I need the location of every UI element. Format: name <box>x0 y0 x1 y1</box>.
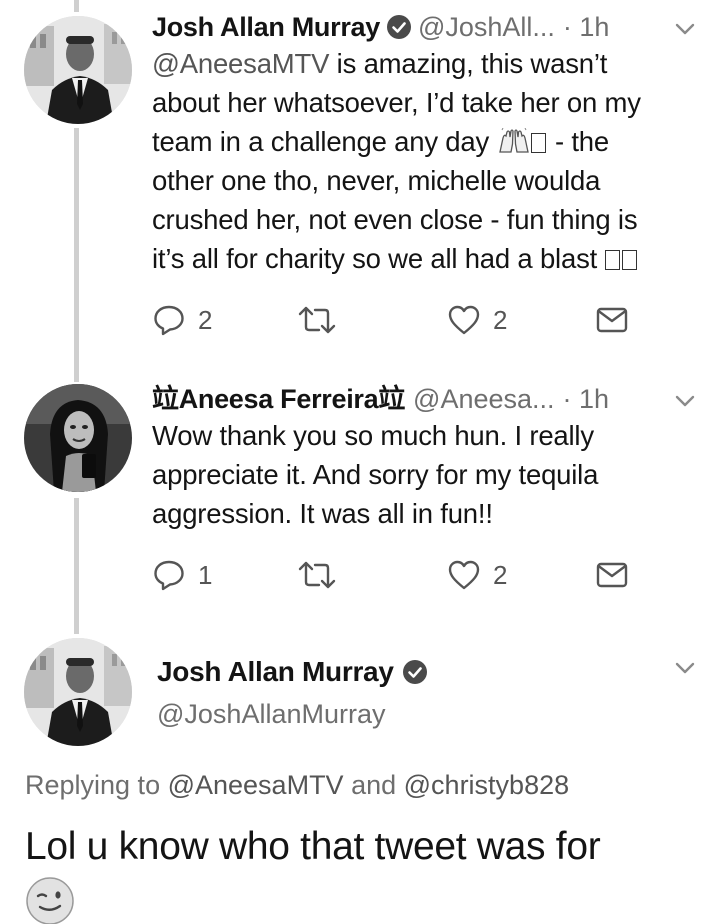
tweet-time: · 1h <box>562 384 610 414</box>
tweet-text-line: is amazing, this wasn’t <box>329 48 608 79</box>
tweet-text-line: about her whatsoever, I’d take her on my <box>152 87 641 118</box>
man-in-suit-avatar-icon <box>24 638 132 746</box>
envelope-icon <box>596 307 628 333</box>
tweet-text-line: team in a challenge any day <box>152 126 497 157</box>
tweet-actions: 1 2 <box>152 555 632 595</box>
reply-icon <box>154 305 184 336</box>
main-author-row: Josh Allan Murray <box>157 654 434 690</box>
tweet-header: 竝Aneesa Ferreira竝 @Aneesa... · 1h <box>152 382 700 416</box>
tweet-text-line: Wow thank you so much hun. I really <box>152 420 594 451</box>
thread-line <box>74 0 79 12</box>
author-handle[interactable]: @Aneesa... <box>413 382 555 416</box>
reply-count: 2 <box>198 304 213 335</box>
envelope-icon <box>596 562 628 588</box>
mention-link[interactable]: @christyb828 <box>404 770 569 800</box>
replying-and: and <box>343 770 404 800</box>
raising-hands-emoji-icon <box>497 125 531 153</box>
woman-selfie-avatar-icon <box>24 384 132 492</box>
retweet-button[interactable] <box>297 555 337 595</box>
tweet-header: Josh Allan Murray @JoshAll... · 1h <box>152 10 700 44</box>
tweet-actions: 2 2 <box>152 300 632 340</box>
mention-link[interactable]: @AneesaMTV <box>152 48 329 79</box>
like-count: 2 <box>493 304 508 335</box>
mention-link[interactable]: @AneesaMTV <box>168 770 344 800</box>
like-button[interactable]: 2 <box>447 555 507 595</box>
author-name[interactable]: 竝Aneesa Ferreira竝 <box>152 382 405 416</box>
verified-badge-icon <box>386 14 412 40</box>
author-name[interactable]: Josh Allan Murray <box>157 654 394 690</box>
tweet-text-line: crushed her, not even close - fun thing … <box>152 204 638 235</box>
tweet-time: · 1h <box>562 12 610 42</box>
author-handle[interactable]: @JoshAllanMurray <box>157 696 434 732</box>
chevron-down-icon[interactable] <box>672 655 698 681</box>
dm-button[interactable] <box>595 555 629 595</box>
tweet-text-line: appreciate it. And sorry for my tequila <box>152 459 599 490</box>
chevron-down-icon[interactable] <box>672 388 698 414</box>
retweet-icon <box>298 561 336 589</box>
thread-line <box>74 498 79 634</box>
tweet-body: Wow thank you so much hun. I really appr… <box>152 416 700 533</box>
man-in-suit-avatar-icon <box>24 16 132 124</box>
retweet-icon <box>298 306 336 334</box>
tweet-text-line: - the <box>547 126 609 157</box>
reply-button[interactable]: 2 <box>152 300 212 340</box>
heart-icon <box>448 560 480 590</box>
chevron-down-icon[interactable] <box>672 16 698 42</box>
unsupported-emoji-icon <box>530 133 546 153</box>
tweet-body: @AneesaMTV is amazing, this wasn’t about… <box>152 44 700 278</box>
tweet-thread: Josh Allan Murray @JoshAll... · 1h @Anee… <box>0 0 720 924</box>
verified-badge-icon <box>402 659 428 685</box>
tweet-1[interactable]: Josh Allan Murray @JoshAll... · 1h @Anee… <box>152 10 700 278</box>
tweet-text-line: other one tho, never, michelle woulda <box>152 165 601 196</box>
wink-emoji-icon <box>25 876 75 924</box>
main-tweet-author: Josh Allan Murray @JoshAllanMurray <box>157 654 434 732</box>
dm-button[interactable] <box>595 300 629 340</box>
tweet-text-line: it’s all for charity so we all had a bla… <box>152 243 605 274</box>
author-name[interactable]: Josh Allan Murray <box>152 10 380 44</box>
heart-icon <box>448 305 480 335</box>
replying-to-line: Replying to @AneesaMTV and @christyb828 <box>25 770 569 801</box>
tweet-text-line: aggression. It was all in fun!! <box>152 498 493 529</box>
reply-button[interactable]: 1 <box>152 555 212 595</box>
like-count: 2 <box>493 559 508 590</box>
unsupported-emoji-icon <box>621 250 637 270</box>
avatar-aneesa[interactable] <box>24 384 132 492</box>
retweet-button[interactable] <box>297 300 337 340</box>
avatar-josh[interactable] <box>24 16 132 124</box>
avatar-josh-main[interactable] <box>24 638 132 746</box>
reply-icon <box>154 560 184 591</box>
unsupported-emoji-icon <box>604 250 620 270</box>
replying-prefix: Replying to <box>25 770 168 800</box>
thread-line <box>74 128 79 382</box>
reply-count: 1 <box>198 559 213 590</box>
main-tweet-text: Lol u know who that tweet was for <box>25 825 601 868</box>
tweet-2[interactable]: 竝Aneesa Ferreira竝 @Aneesa... · 1h Wow th… <box>152 382 700 533</box>
author-handle[interactable]: @JoshAll... <box>418 10 555 44</box>
like-button[interactable]: 2 <box>447 300 507 340</box>
